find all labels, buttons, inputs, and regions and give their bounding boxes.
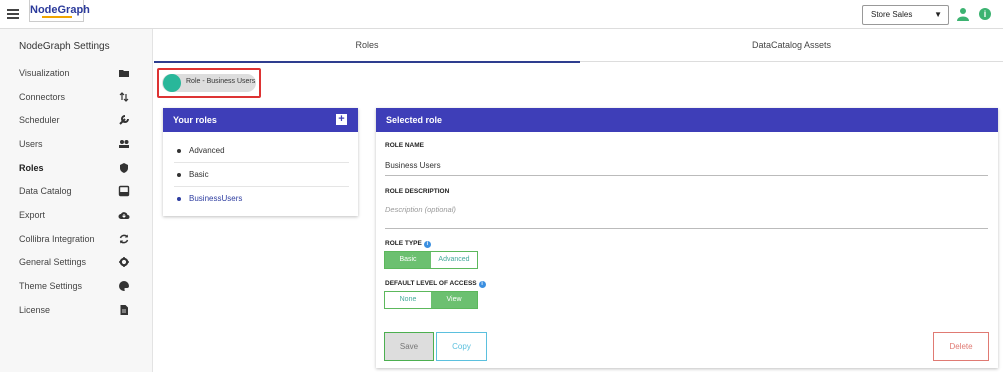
sidebar-item-label: Scheduler — [19, 115, 60, 125]
sync-icon — [119, 234, 129, 244]
role-type-toggle: Basic Advanced — [384, 251, 478, 269]
tab-datacatalog-assets[interactable]: DataCatalog Assets — [580, 29, 1003, 62]
sidebar-item-label: License — [19, 305, 51, 315]
copy-button[interactable]: Copy — [436, 332, 487, 361]
gear-icon — [119, 257, 129, 267]
user-icon[interactable] — [957, 7, 969, 21]
sidebar-item-scheduler[interactable]: Scheduler — [0, 111, 153, 131]
sidebar-item-label: Connectors — [19, 92, 66, 102]
info-icon[interactable]: i — [478, 281, 486, 288]
tab-roles[interactable]: Roles — [154, 29, 580, 63]
role-chip-avatar — [163, 74, 181, 92]
role-type-option-basic[interactable]: Basic — [385, 252, 431, 268]
role-list-item-label: Basic — [189, 170, 209, 179]
users-icon — [119, 140, 129, 148]
sidebar-item-label: Users — [19, 139, 43, 149]
inbox-icon — [118, 185, 130, 197]
bullet-icon — [177, 149, 181, 153]
app-logo[interactable]: NodeGraph — [29, 0, 90, 22]
your-roles-title: Your roles — [173, 115, 217, 125]
settings-tabs: Roles DataCatalog Assets — [154, 29, 1003, 63]
info-icon[interactable]: i — [979, 8, 991, 20]
role-list-item-label: Advanced — [189, 146, 225, 155]
role-type-label: ROLE TYPE i — [385, 240, 431, 248]
selected-role-header: Selected role — [376, 108, 998, 132]
sidebar-item-users[interactable]: Users — [0, 135, 153, 155]
palette-icon — [119, 281, 129, 291]
cloud-download-icon — [118, 212, 130, 219]
sidebar-item-label: Data Catalog — [19, 186, 72, 196]
logo-accent — [42, 16, 72, 18]
sidebar-item-license[interactable]: License — [0, 301, 153, 321]
role-name-input[interactable]: Business Users — [385, 161, 441, 170]
folder-icon — [119, 70, 129, 77]
sidebar-item-roles[interactable]: Roles — [0, 159, 153, 179]
sidebar-item-general-settings[interactable]: General Settings — [0, 253, 153, 273]
role-type-label-text: ROLE TYPE — [385, 240, 422, 247]
role-list-item-businessusers[interactable]: BusinessUsers — [174, 187, 349, 211]
role-chip-label: Role - Business Users — [186, 78, 256, 85]
connector-arrows-icon — [119, 92, 129, 102]
access-level-toggle: None View — [384, 291, 478, 309]
delete-button[interactable]: Delete — [933, 332, 989, 361]
role-type-option-advanced[interactable]: Advanced — [431, 252, 477, 268]
sidebar-item-collibra-integration[interactable]: Collibra Integration — [0, 230, 153, 250]
store-select-value: Store Sales — [871, 10, 913, 19]
sidebar-title: NodeGraph Settings — [19, 41, 110, 52]
role-description-underline — [385, 228, 988, 229]
role-list-item-basic[interactable]: Basic — [174, 163, 349, 187]
role-list-item-label: BusinessUsers — [189, 194, 243, 203]
role-description-label: ROLE DESCRIPTION — [385, 188, 450, 195]
your-roles-header: Your roles + — [163, 108, 358, 132]
role-list-item-advanced[interactable]: Advanced — [174, 139, 349, 163]
add-role-button[interactable]: + — [336, 114, 347, 125]
role-description-input[interactable]: Description (optional) — [385, 205, 456, 214]
sidebar-item-connectors[interactable]: Connectors — [0, 88, 153, 108]
role-name-underline — [385, 175, 988, 176]
info-icon[interactable]: i — [423, 241, 431, 248]
sidebar-item-export[interactable]: Export — [0, 206, 153, 226]
sidebar-item-label: Collibra Integration — [19, 234, 95, 244]
sidebar-item-theme-settings[interactable]: Theme Settings — [0, 277, 153, 297]
sidebar-item-label: General Settings — [19, 257, 87, 267]
role-name-label: ROLE NAME — [385, 142, 424, 149]
access-option-view[interactable]: View — [431, 292, 477, 308]
access-option-none[interactable]: None — [385, 292, 431, 308]
top-bar: NodeGraph Store Sales ▼ i — [0, 0, 1003, 29]
role-chip[interactable]: Role - Business Users — [162, 74, 256, 92]
chevron-down-icon: ▼ — [934, 10, 942, 19]
access-label-text: DEFAULT LEVEL OF ACCESS — [385, 280, 477, 287]
hamburger-menu-icon[interactable] — [7, 9, 19, 19]
settings-sidebar: NodeGraph Settings Visualization Connect… — [0, 29, 153, 372]
bullet-icon — [177, 173, 181, 177]
save-button[interactable]: Save — [384, 332, 434, 361]
bullet-icon — [177, 197, 181, 201]
sidebar-item-label: Export — [19, 210, 46, 220]
store-select[interactable]: Store Sales ▼ — [862, 5, 949, 25]
selected-role-title: Selected role — [386, 115, 443, 125]
sidebar-item-label: Roles — [19, 163, 44, 173]
sidebar-item-label: Theme Settings — [19, 281, 83, 291]
your-roles-card: Your roles + Advanced Basic BusinessUser… — [163, 108, 358, 216]
sidebar-item-visualization[interactable]: Visualization — [0, 64, 153, 84]
shield-icon — [120, 163, 128, 173]
sidebar-item-data-catalog[interactable]: Data Catalog — [0, 182, 153, 202]
document-icon — [120, 305, 128, 315]
wrench-icon — [119, 115, 129, 125]
sidebar-item-label: Visualization — [19, 68, 70, 78]
selected-role-card: Selected role ROLE NAME Business Users R… — [376, 108, 998, 368]
access-label: DEFAULT LEVEL OF ACCESS i — [385, 280, 486, 288]
